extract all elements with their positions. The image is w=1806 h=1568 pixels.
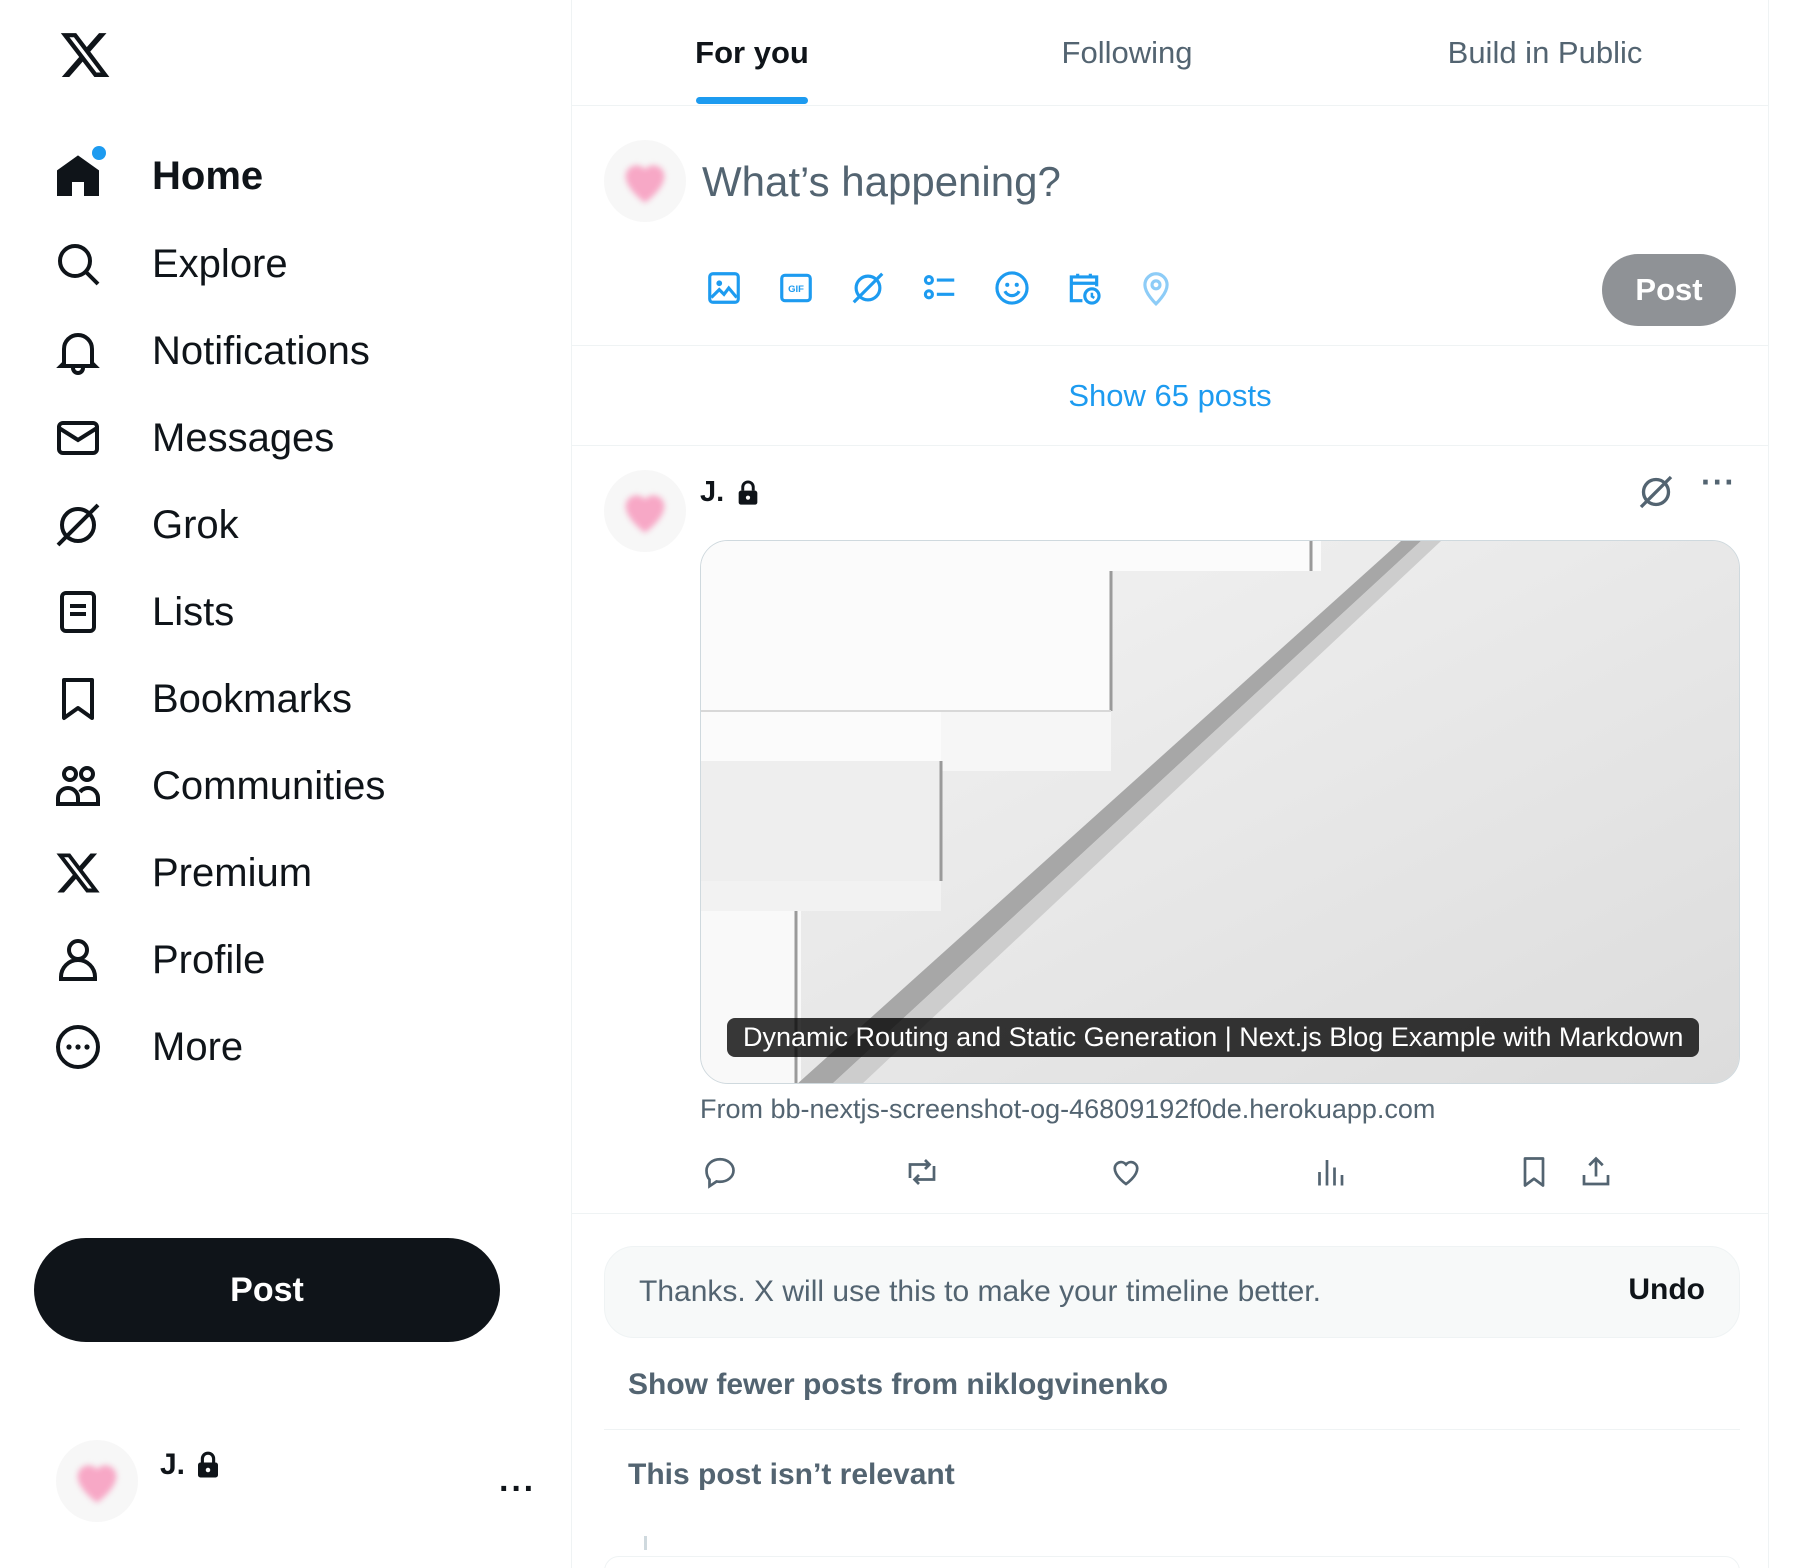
mail-icon [52,412,104,464]
location-icon[interactable] [1134,266,1178,310]
x-premium-icon [52,847,104,899]
bell-icon [52,325,104,377]
tab-build-in-public[interactable]: Build in Public [1322,0,1768,106]
undo-button[interactable]: Undo [1628,1273,1705,1307]
sidebar-item-communities[interactable]: Communities [52,746,512,826]
sidebar-item-label: Explore [152,241,288,286]
not-relevant-option[interactable]: This post isn’t relevant [604,1430,1740,1520]
next-card-edge [604,1556,1740,1568]
person-icon [52,934,104,986]
poll-icon[interactable] [918,266,962,310]
home-icon [52,146,106,202]
right-divider [1768,0,1769,1568]
search-icon [52,238,104,290]
tab-label: For you [695,35,809,70]
avatar[interactable] [604,470,686,552]
link-card-title: Dynamic Routing and Static Generation | … [727,1018,1700,1057]
reply-icon[interactable] [700,1152,740,1192]
emoji-icon[interactable] [990,266,1034,310]
sidebar-item-more[interactable]: More [52,1007,512,1087]
sidebar-item-label: Premium [152,850,313,895]
tab-label: Build in Public [1447,35,1643,70]
active-tab-indicator [696,97,808,104]
sidebar-item-label: Communities [152,763,386,808]
bookmark-icon [52,673,104,725]
svg-text:GIF: GIF [788,284,804,295]
timeline-post[interactable]: J. ··· Dynamic Routing and Static Genera… [572,446,1768,1214]
post-more-icon[interactable]: ··· [1701,464,1736,501]
sidebar-item-label: Bookmarks [152,676,353,721]
notification-dot [92,146,106,160]
lists-icon [52,586,104,638]
sidebar-item-explore[interactable]: Explore [52,224,512,304]
x-logo-icon[interactable] [58,28,112,82]
composer-toolbar: GIF [702,266,1178,310]
post-author[interactable]: J. [700,476,762,509]
sidebar-item-label: More [152,1024,244,1069]
gif-icon[interactable]: GIF [774,266,818,310]
share-icon[interactable] [1576,1152,1616,1192]
schedule-icon[interactable] [1062,266,1106,310]
timeline-tabs: For you Following Build in Public [572,0,1768,106]
repost-icon[interactable] [902,1152,942,1192]
sidebar-item-premium[interactable]: Premium [52,833,512,913]
account-name-text: J. [160,1448,186,1481]
avatar[interactable] [604,140,686,222]
account-name: J. [160,1448,223,1482]
composer-post-button[interactable]: Post [1602,254,1736,326]
more-circle-icon [52,1021,104,1073]
link-card-source[interactable]: From bb-nextjs-screenshot-og-46809192f0d… [700,1094,1435,1125]
divider-tick [644,1536,647,1550]
tab-for-you[interactable]: For you [572,0,932,106]
sidebar-item-grok[interactable]: Grok [52,485,512,565]
like-icon[interactable] [1106,1152,1146,1192]
post-author-name: J. [700,476,725,508]
sidebar-item-messages[interactable]: Messages [52,398,512,478]
avatar [56,1440,138,1522]
image-icon[interactable] [702,266,746,310]
communities-icon [52,760,104,812]
sidebar-item-home[interactable]: Home [52,136,512,216]
lock-icon [198,1451,219,1478]
link-card-image[interactable]: Dynamic Routing and Static Generation | … [700,540,1740,1084]
sidebar: Home Explore Notifications Messages Grok [0,0,570,1568]
sidebar-item-label: Notifications [152,328,370,373]
sidebar-post-button[interactable]: Post [34,1238,500,1342]
show-fewer-posts-option[interactable]: Show fewer posts from niklogvinenko [604,1340,1740,1430]
views-icon[interactable] [1310,1152,1350,1192]
sidebar-item-label: Grok [152,502,239,547]
grok-icon[interactable] [1636,472,1676,512]
sidebar-item-profile[interactable]: Profile [52,920,512,1000]
grok-icon[interactable] [846,266,890,310]
post-composer: GIF Post [572,106,1768,346]
sidebar-item-lists[interactable]: Lists [52,572,512,652]
sidebar-item-bookmarks[interactable]: Bookmarks [52,659,512,739]
compose-input[interactable] [702,152,1602,212]
sidebar-item-label: Messages [152,415,335,460]
account-more-icon[interactable]: ··· [499,1470,536,1509]
sidebar-item-label: Home [152,153,264,198]
sidebar-item-label: Lists [152,589,235,634]
tab-label: Following [1061,35,1193,70]
lock-icon [738,480,758,505]
sidebar-item-notifications[interactable]: Notifications [52,311,512,391]
tab-following[interactable]: Following [932,0,1322,106]
card-photo [701,541,1739,1083]
bookmark-icon[interactable] [1514,1152,1554,1192]
post-actions [700,1152,1740,1196]
show-new-posts-button[interactable]: Show 65 posts [572,346,1768,446]
app-root: Home Explore Notifications Messages Grok [0,0,1806,1568]
account-switcher[interactable]: J. ··· [56,1440,536,1530]
feedback-confirmation: Thanks. X will use this to make your tim… [604,1246,1740,1338]
grok-icon [52,499,104,551]
feedback-text: Thanks. X will use this to make your tim… [639,1275,1321,1308]
main-timeline: For you Following Build in Public GIF [572,0,1768,1568]
sidebar-item-label: Profile [152,937,266,982]
